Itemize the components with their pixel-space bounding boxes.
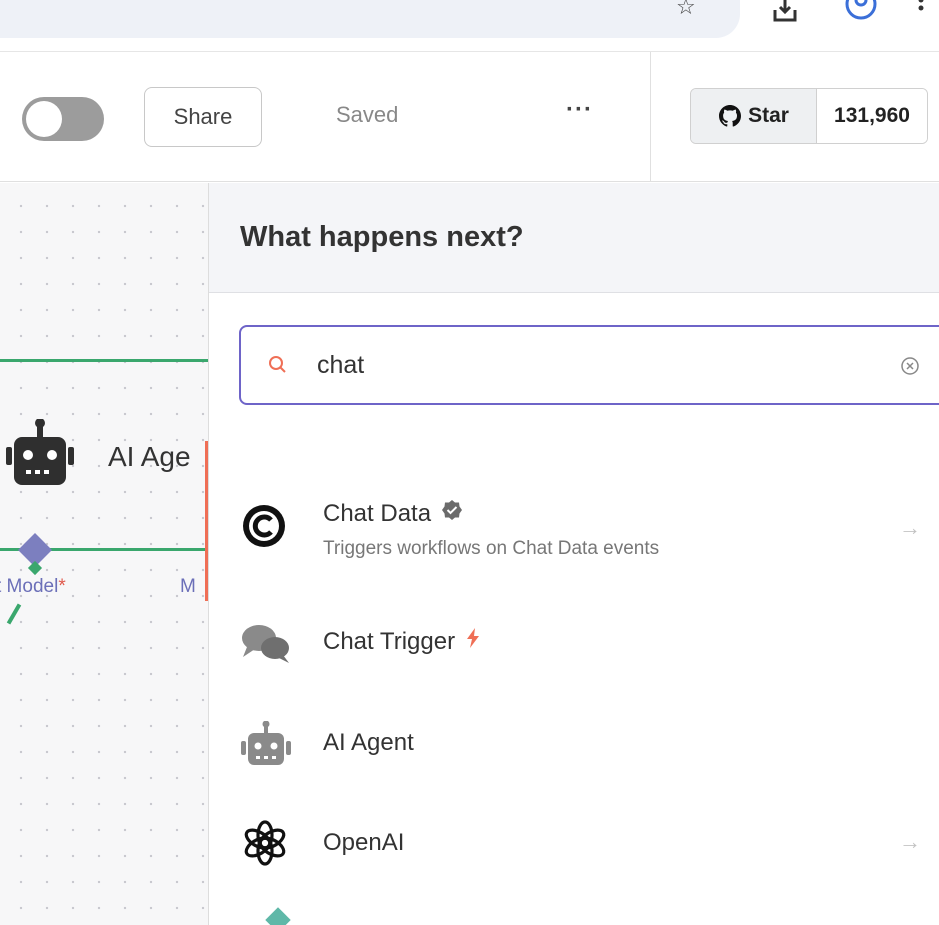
chat-data-logo-icon <box>241 503 287 554</box>
item-title: AI Agent <box>323 729 414 756</box>
connector-handle[interactable] <box>27 560 43 576</box>
profile-icon[interactable] <box>844 0 878 31</box>
chat-model-text: t Model <box>0 576 59 597</box>
chat-model-input-label: t Model* <box>0 576 66 598</box>
app-root: ☆ Share Saved ··· Star 131,960 AI Age t … <box>0 0 939 925</box>
item-title: Chat Trigger <box>323 627 456 655</box>
arrow-right-icon: → <box>899 515 921 540</box>
required-mark: * <box>58 576 66 597</box>
connection-line <box>0 359 208 362</box>
workflow-canvas[interactable]: AI Age t Model* M <box>0 183 208 925</box>
node-search-box[interactable] <box>239 325 939 405</box>
openai-logo-icon <box>241 819 289 872</box>
github-star-group[interactable]: Star 131,960 <box>690 88 928 144</box>
node-label[interactable]: AI Age <box>108 441 191 473</box>
bookmark-star-icon[interactable]: ☆ <box>676 0 696 20</box>
browser-menu-icon[interactable] <box>916 0 926 31</box>
header-divider <box>650 52 651 182</box>
trigger-bolt-icon <box>465 627 481 656</box>
item-title: OpenAI <box>323 829 405 856</box>
robot-icon <box>6 418 80 492</box>
panel-header: What happens next? <box>209 183 939 293</box>
connection-line <box>6 603 22 625</box>
next-item-icon <box>265 907 291 925</box>
github-icon <box>719 105 742 127</box>
app-header: Share Saved ··· Star 131,960 <box>0 52 939 182</box>
chat-bubbles-icon <box>241 623 291 668</box>
list-item-ai-agent[interactable]: AI Agent <box>209 695 939 791</box>
memory-input-label: M <box>180 576 196 597</box>
item-description: Triggers workflows on Chat Data events <box>323 538 660 559</box>
list-item-chat-data[interactable]: Chat Data Triggers workflows on Chat Dat… <box>209 479 939 575</box>
clear-search-icon[interactable] <box>899 355 921 382</box>
item-title-wrap: Chat Trigger <box>323 627 481 656</box>
download-icon[interactable] <box>770 0 800 31</box>
list-item-openai[interactable]: OpenAI → <box>209 795 939 891</box>
share-button[interactable]: Share <box>144 87 262 147</box>
item-title-wrap: Chat Data <box>323 499 463 528</box>
github-star-count[interactable]: 131,960 <box>817 89 927 143</box>
list-item-chat-trigger[interactable]: Chat Trigger <box>209 593 939 689</box>
address-bar[interactable] <box>0 0 740 38</box>
item-title: Chat Data <box>323 499 432 527</box>
node-creator-panel: What happens next? Chat Data Triggers wo <box>208 183 939 925</box>
search-icon <box>267 353 289 382</box>
browser-toolbar: ☆ <box>0 0 939 52</box>
arrow-right-icon: → <box>899 829 921 854</box>
search-input[interactable] <box>317 345 817 385</box>
more-options-button[interactable]: ··· <box>566 96 593 124</box>
verified-badge-icon <box>441 499 463 528</box>
save-status: Saved <box>336 102 399 127</box>
github-star-button[interactable]: Star <box>691 89 817 143</box>
panel-title: What happens next? <box>240 221 524 253</box>
github-star-label: Star <box>748 104 789 127</box>
robot-icon <box>241 720 293 770</box>
toggle-knob <box>26 101 62 137</box>
active-toggle[interactable] <box>22 97 104 141</box>
